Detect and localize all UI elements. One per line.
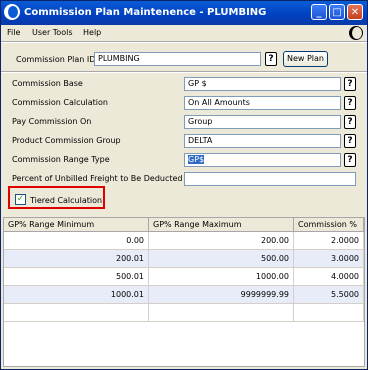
commission-pct-cell[interactable]: 5.5000	[294, 286, 364, 303]
gp-min-cell[interactable]: 0.00	[4, 232, 149, 249]
pay-commission-on-label: Pay Commission On	[12, 117, 92, 126]
commission-range-type-value: GP$	[188, 155, 205, 164]
commission-base-field[interactable]: GP $	[184, 77, 341, 91]
commission-calculation-label: Commission Calculation	[12, 98, 108, 107]
pay-commission-on-field[interactable]: Group	[184, 115, 341, 129]
commission-base-label: Commission Base	[12, 79, 83, 88]
gp-min-cell[interactable]: 1000.01	[4, 286, 149, 303]
menu-user-tools[interactable]: User Tools	[32, 28, 72, 37]
brand-logo-icon	[349, 26, 363, 40]
column-header-gp-min[interactable]: GP% Range Minimum	[4, 218, 149, 232]
menu-help[interactable]: Help	[83, 28, 101, 37]
commission-pct-cell[interactable]	[294, 304, 364, 321]
gp-max-cell[interactable]: 9999999.99	[149, 286, 294, 303]
gp-max-cell[interactable]: 500.00	[149, 250, 294, 267]
minimize-button[interactable]: _	[311, 4, 327, 20]
commission-range-type-label: Commission Range Type	[12, 155, 110, 164]
close-button[interactable]: ✕	[347, 4, 363, 20]
table-row[interactable]: 200.01 500.00 3.0000	[4, 250, 364, 268]
new-plan-button[interactable]: New Plan	[283, 51, 328, 67]
unbilled-freight-field[interactable]	[184, 172, 356, 186]
table-row[interactable]: 500.01 1000.00 4.0000	[4, 268, 364, 286]
commission-pct-cell[interactable]: 3.0000	[294, 250, 364, 267]
commission-range-type-field[interactable]: GP$	[184, 153, 341, 167]
app-logo-icon	[4, 4, 20, 20]
plan-id-field[interactable]: PLUMBING	[94, 52, 261, 66]
commission-base-lookup-button[interactable]: ?	[344, 77, 356, 91]
gp-min-cell[interactable]: 500.01	[4, 268, 149, 285]
tiered-calculation-checkbox[interactable]: ✓	[15, 194, 26, 205]
gp-min-cell[interactable]: 200.01	[4, 250, 149, 267]
plan-id-lookup-button[interactable]: ?	[265, 52, 277, 66]
gp-min-cell[interactable]	[4, 304, 149, 321]
table-row[interactable]: 1000.01 9999999.99 5.5000	[4, 286, 364, 304]
menu-file[interactable]: File	[7, 28, 20, 37]
title-bar[interactable]: Commission Plan Maintenence - PLUMBING _…	[1, 1, 367, 25]
gp-max-cell[interactable]: 1000.00	[149, 268, 294, 285]
header-divider	[1, 71, 367, 73]
gp-max-cell[interactable]	[149, 304, 294, 321]
commission-calculation-lookup-button[interactable]: ?	[344, 96, 356, 110]
tiered-calculation-label: Tiered Calculation	[30, 196, 103, 205]
commission-range-grid[interactable]: GP% Range Minimum GP% Range Maximum Comm…	[3, 217, 365, 367]
product-commission-group-label: Product Commission Group	[12, 136, 121, 145]
gp-max-cell[interactable]: 200.00	[149, 232, 294, 249]
commission-pct-cell[interactable]: 4.0000	[294, 268, 364, 285]
pay-commission-on-lookup-button[interactable]: ?	[344, 115, 356, 129]
commission-range-type-lookup-button[interactable]: ?	[344, 153, 356, 167]
commission-plan-window: Commission Plan Maintenence - PLUMBING _…	[0, 0, 368, 370]
window-title: Commission Plan Maintenence - PLUMBING	[24, 7, 267, 18]
product-commission-group-lookup-button[interactable]: ?	[344, 134, 356, 148]
column-header-commission-pct[interactable]: Commission %	[294, 218, 364, 232]
commission-calculation-field[interactable]: On All Amounts	[184, 96, 341, 110]
product-commission-group-field[interactable]: DELTA	[184, 134, 341, 148]
unbilled-freight-label: Percent of Unbilled Freight to Be Deduct…	[12, 174, 183, 183]
table-row[interactable]	[4, 304, 364, 322]
column-header-gp-max[interactable]: GP% Range Maximum	[149, 218, 294, 232]
plan-id-label: Commission Plan ID	[16, 55, 96, 64]
maximize-button[interactable]: □	[329, 4, 345, 20]
commission-pct-cell[interactable]: 2.0000	[294, 232, 364, 249]
menu-divider	[1, 41, 367, 43]
menu-bar: File User Tools Help	[1, 25, 367, 41]
table-row[interactable]: 0.00 200.00 2.0000	[4, 232, 364, 250]
